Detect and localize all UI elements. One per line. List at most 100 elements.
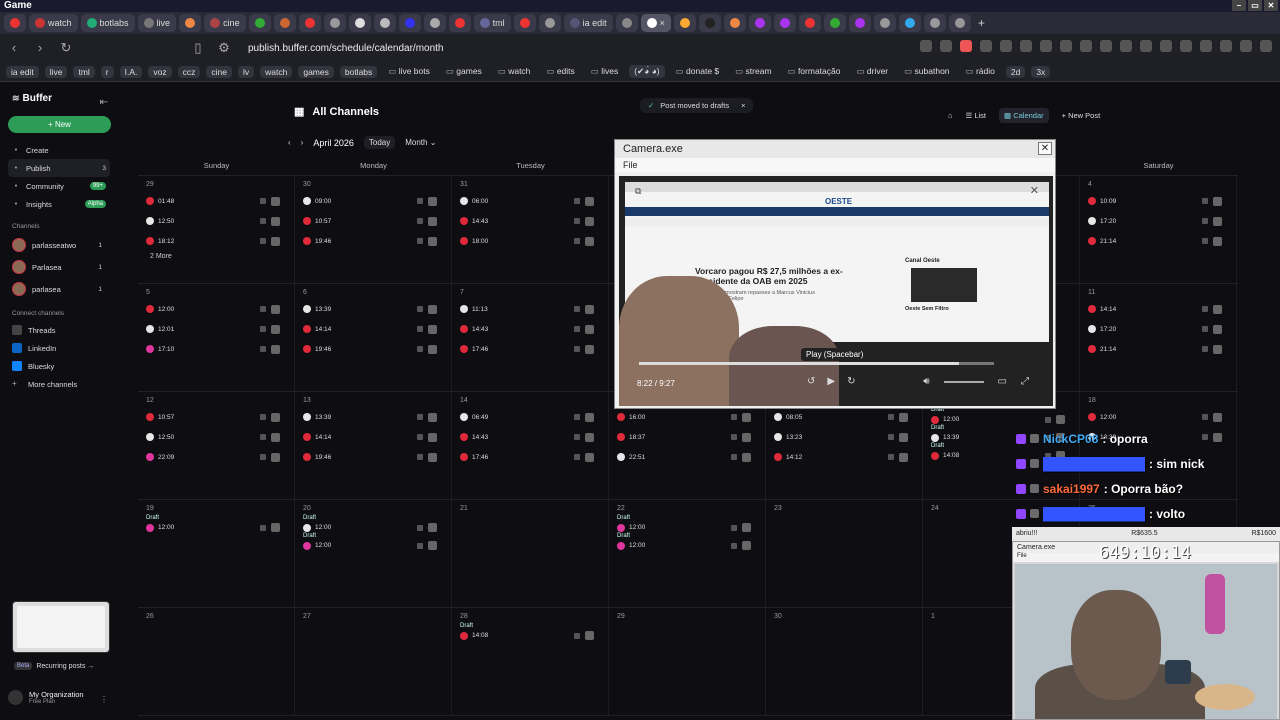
extension-icon[interactable] (1240, 40, 1252, 52)
bookmark-item[interactable]: 2d (1005, 65, 1026, 78)
sidebar-item-insights[interactable]: • Insights Alpha (8, 195, 110, 213)
calendar-view-button[interactable]: ▦ Calendar (999, 108, 1049, 123)
list-view-button[interactable]: ☰ List (961, 108, 991, 123)
video-close-icon[interactable]: ✕ (1030, 184, 1039, 197)
extension-icon[interactable] (1220, 40, 1232, 52)
zoom-icon[interactable] (920, 40, 932, 52)
browser-tab[interactable] (615, 14, 638, 32)
bookmark-item[interactable]: r (100, 65, 114, 78)
bookmark-item[interactable]: I.A. (119, 65, 143, 78)
scheduled-post[interactable]: 09:00 (303, 191, 443, 211)
bookmark-folder[interactable]: edits (541, 65, 579, 78)
sidebar-item-publish[interactable]: • Publish 3 (8, 159, 110, 177)
rewind-icon[interactable]: ↺ (807, 376, 815, 387)
bookmark-item[interactable]: lv (237, 65, 255, 78)
browser-tab[interactable] (298, 14, 321, 32)
scheduled-post[interactable]: 12:00 (617, 540, 757, 551)
calendar-day[interactable]: 30 09:00 10:57 19:46 (295, 176, 452, 283)
calendar-day[interactable]: 23 (766, 500, 923, 607)
calendar-day[interactable]: 6 13:39 14:14 19:46 (295, 284, 452, 391)
browser-tab[interactable]: × (640, 14, 671, 32)
bookmark-item[interactable]: (✔︎◕̀ ◕) (629, 65, 665, 78)
calendar-day[interactable]: 14 06:49 14:43 17:46 (452, 392, 609, 499)
calendar-day[interactable]: 28 Draft 14:08 (452, 608, 609, 715)
calendar-day[interactable]: 29 01:48 12:50 18:12 2 More (138, 176, 295, 283)
next-month-icon[interactable]: › (301, 138, 304, 147)
browser-tab[interactable] (448, 14, 471, 32)
scheduled-post[interactable]: 19:46 (303, 447, 443, 467)
bookmark-item[interactable]: cine (206, 65, 232, 78)
calendar-day[interactable]: 20 Draft 12:00 Draft 12:00 (295, 500, 452, 607)
calendar-day[interactable]: 21 (452, 500, 609, 607)
extension-icon[interactable] (1120, 40, 1132, 52)
bookmark-item[interactable]: botlabs (339, 65, 378, 78)
prev-month-icon[interactable]: ‹ (288, 138, 291, 147)
back-icon[interactable]: ‹ (6, 40, 22, 56)
buffer-logo[interactable]: ≋ Buffer (12, 93, 110, 104)
browser-tab[interactable]: watch (29, 14, 78, 32)
bookmark-folder[interactable]: donate $ (671, 65, 725, 78)
forward-icon[interactable]: ↻ (847, 376, 855, 387)
scheduled-post[interactable]: 13:39 (303, 407, 443, 427)
browser-tab[interactable] (538, 14, 561, 32)
calendar-day[interactable]: 11 14:14 17:20 21:14 (1080, 284, 1237, 391)
bookmark-item[interactable]: ia edit (6, 65, 39, 78)
scheduled-post[interactable]: 22:09 (146, 447, 286, 467)
scheduled-post[interactable]: 18:37 (617, 427, 757, 447)
browser-tab[interactable] (348, 14, 371, 32)
bookmark-folder[interactable]: subathon (899, 65, 954, 78)
extension-icon[interactable] (1200, 40, 1212, 52)
toast-close-icon[interactable]: × (741, 101, 745, 110)
recurring-posts-link[interactable]: Beta Recurring posts → (14, 662, 94, 670)
bookmark-item[interactable]: tml (73, 65, 95, 78)
extension-icon[interactable] (1000, 40, 1012, 52)
maximize-button[interactable]: ▭ (1248, 0, 1262, 11)
today-button[interactable]: Today (363, 136, 396, 149)
bookmark-folder[interactable]: stream (730, 65, 776, 78)
scheduled-post[interactable]: 18:12 (146, 231, 286, 251)
play-icon[interactable]: ▶ (827, 376, 835, 387)
calendar-day[interactable]: 27 (295, 608, 452, 715)
scheduled-post[interactable]: 19:46 (303, 339, 443, 359)
browser-tab[interactable] (898, 14, 921, 32)
scheduled-post[interactable]: 12:00 (303, 540, 443, 551)
scheduled-post[interactable]: 17:46 (460, 339, 600, 359)
scheduled-post[interactable]: 11:13 (460, 299, 600, 319)
scheduled-post[interactable]: 01:48 (146, 191, 286, 211)
sidebar-item-community[interactable]: • Community 99+ (8, 177, 110, 195)
browser-tab[interactable] (323, 14, 346, 32)
extension-icon[interactable] (1040, 40, 1052, 52)
brave-shield-icon[interactable] (960, 40, 972, 52)
scheduled-post[interactable]: 10:57 (146, 407, 286, 427)
browser-tab[interactable]: live (137, 14, 177, 32)
browser-tab[interactable] (248, 14, 271, 32)
menu-icon[interactable] (1260, 40, 1272, 52)
scheduled-post[interactable]: 14:12 (774, 447, 914, 467)
scheduled-post[interactable]: 10:09 (1088, 191, 1228, 211)
scheduled-post[interactable]: 14:14 (303, 319, 443, 339)
calendar-day[interactable]: 31 06:00 14:43 18:00 (452, 176, 609, 283)
organization-switcher[interactable]: My Organization Free Plan (8, 690, 84, 705)
scheduled-post[interactable]: 14:14 (1088, 299, 1228, 319)
extension-icon[interactable] (1080, 40, 1092, 52)
volume-slider[interactable] (943, 380, 984, 383)
minimize-button[interactable]: – (1232, 0, 1246, 11)
bookmark-item[interactable]: 3x (1031, 65, 1051, 78)
extension-icon[interactable] (1160, 40, 1172, 52)
scheduled-post[interactable]: 17:20 (1088, 211, 1228, 231)
browser-tab[interactable]: tml (473, 14, 511, 32)
scheduled-post[interactable]: 14:43 (460, 427, 600, 447)
connect-bluesky[interactable]: Bluesky (8, 357, 110, 375)
scheduled-post[interactable]: 12:01 (146, 319, 286, 339)
bookmark-item[interactable]: watch (260, 65, 293, 78)
extension-icon[interactable] (1100, 40, 1112, 52)
scheduled-post[interactable]: 12:00 (931, 414, 1071, 425)
scheduled-post[interactable]: 12:00 (303, 522, 443, 533)
scheduled-post[interactable]: 14:43 (460, 211, 600, 231)
scheduled-post[interactable]: 06:00 (460, 191, 600, 211)
calendar-day[interactable]: 12 10:57 12:50 22:09 (138, 392, 295, 499)
scheduled-post[interactable]: 12:00 (1088, 407, 1228, 427)
browser-tab[interactable] (723, 14, 746, 32)
extension-icon[interactable] (980, 40, 992, 52)
tag-icon[interactable]: ⌂ (948, 111, 953, 120)
